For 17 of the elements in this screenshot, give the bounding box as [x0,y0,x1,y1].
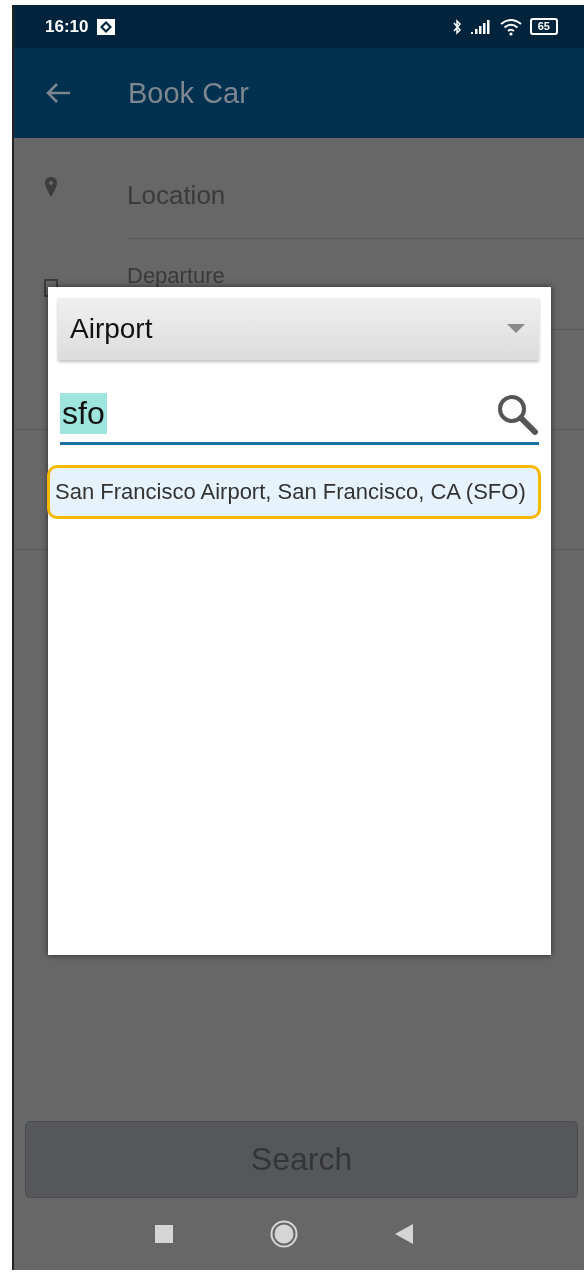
back-arrow-icon[interactable] [44,81,72,105]
battery-indicator: 65 [529,18,558,35]
location-pin-icon [44,176,58,198]
dropdown-caret-icon [507,324,525,334]
signal-icon [469,18,492,35]
search-text: sfo [60,393,107,434]
recent-apps-icon[interactable] [154,1224,174,1244]
status-time: 16:10 [45,16,89,37]
home-icon[interactable] [270,1220,298,1248]
screen-title: Book Car [128,76,249,110]
search-field[interactable]: sfo [60,385,539,445]
wifi-icon [499,17,522,36]
back-icon[interactable] [394,1223,414,1245]
app-notification-icon [96,17,117,36]
bluetooth-icon [451,17,462,36]
airport-dropdown[interactable]: Airport [58,298,539,360]
search-result[interactable]: San Francisco Airport, San Francisco, CA (SFO) [47,465,541,519]
